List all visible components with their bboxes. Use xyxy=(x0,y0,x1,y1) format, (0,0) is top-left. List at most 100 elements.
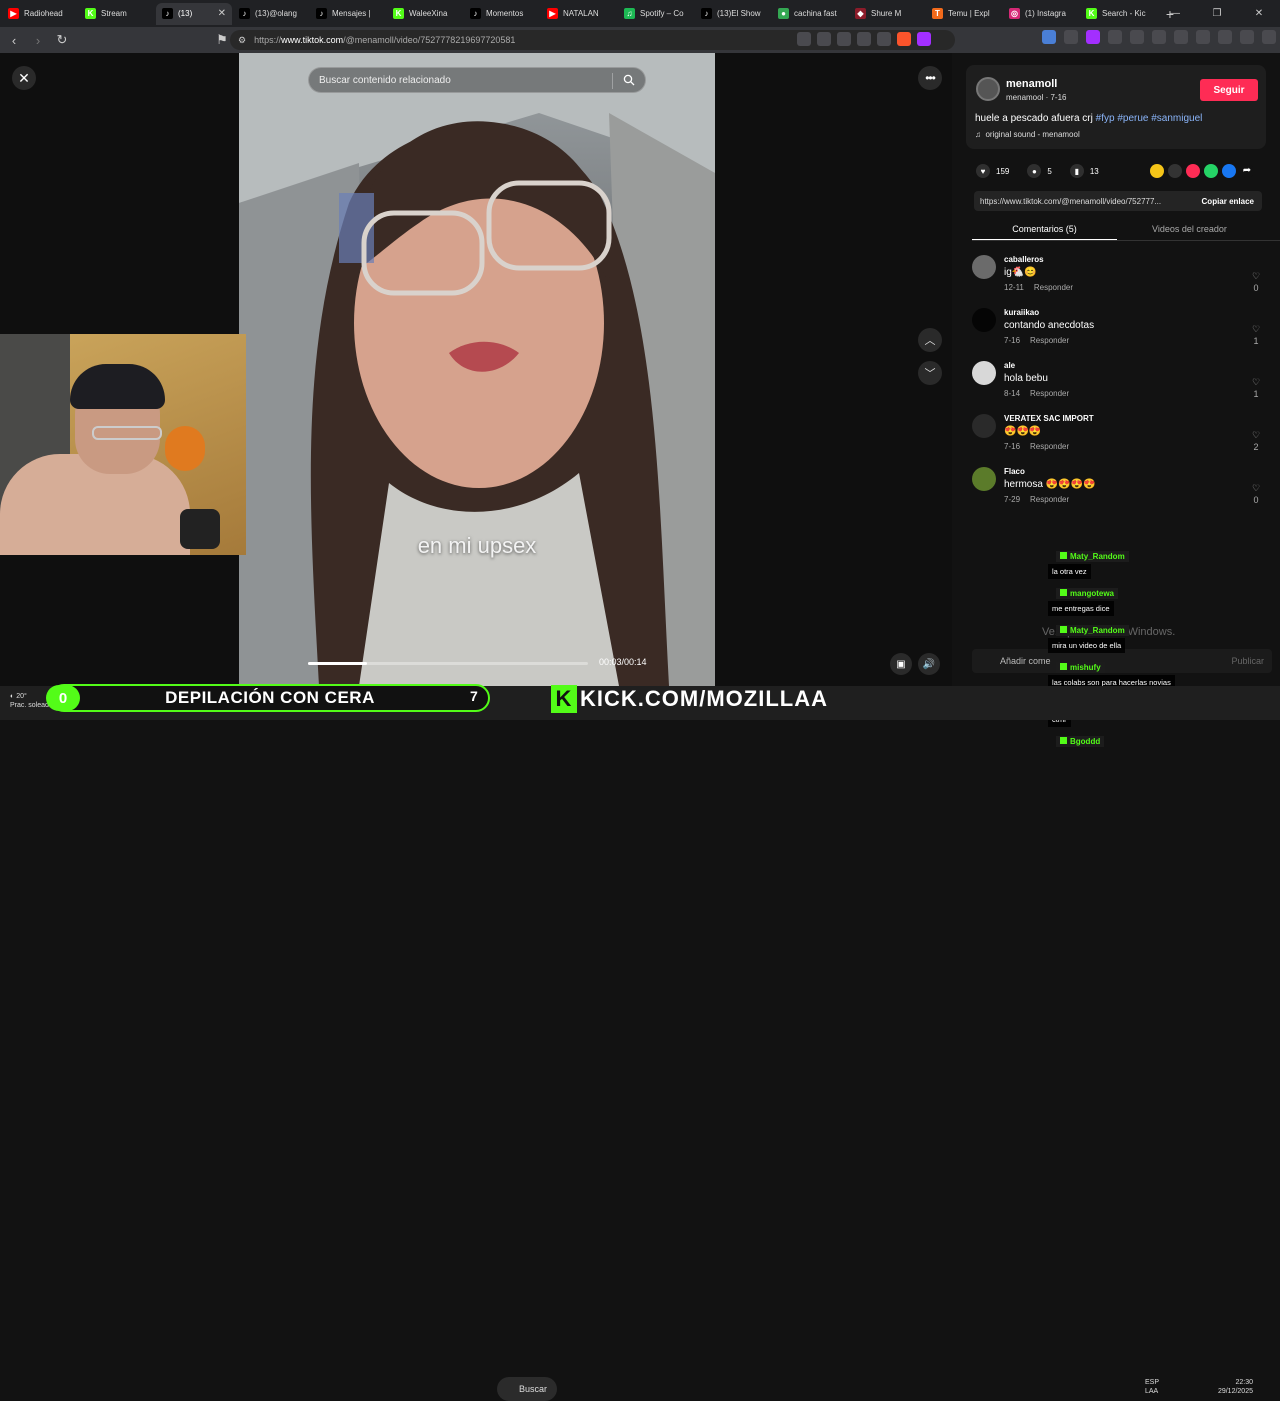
comment-like[interactable]: ♡ 1 xyxy=(1250,323,1262,347)
author-avatar[interactable] xyxy=(976,77,1000,101)
comment-icon[interactable]: ● xyxy=(1027,164,1042,178)
close-window-button[interactable]: ✕ xyxy=(1238,0,1280,27)
hashtag-sanmiguel[interactable]: #sanmiguel xyxy=(1151,113,1202,124)
more-options-icon[interactable]: ••• xyxy=(918,66,942,90)
browser-tab[interactable]: ♫ Spotify – Co xyxy=(618,3,694,25)
brave-shield-icon[interactable] xyxy=(897,32,911,46)
reply-link[interactable]: Responder xyxy=(1030,442,1069,451)
embed-icon[interactable] xyxy=(1168,164,1182,178)
commenter-avatar[interactable] xyxy=(972,414,996,438)
reply-link[interactable]: Responder xyxy=(1034,283,1073,292)
minimize-button[interactable]: — xyxy=(1154,0,1196,27)
browser-tab[interactable]: ♪ Mensajes | xyxy=(310,3,386,25)
comment-like[interactable]: ♡ 2 xyxy=(1250,429,1262,453)
browser-tab[interactable]: K Search - Kic xyxy=(1080,3,1156,25)
repost-icon[interactable] xyxy=(1150,164,1164,178)
browser-tab[interactable]: ♪ (13)El Show xyxy=(695,3,771,25)
commenter-avatar[interactable] xyxy=(972,361,996,385)
volume-icon[interactable]: 🔊 xyxy=(918,653,940,675)
commenter-name[interactable]: VERATEX SAC IMPORT xyxy=(1004,414,1094,423)
brave-rewards-icon[interactable] xyxy=(917,32,931,46)
browser-tab[interactable]: ◎ (1) Instagra xyxy=(1003,3,1079,25)
floating-player-icon[interactable]: ▣ xyxy=(890,653,912,675)
commenter-avatar[interactable] xyxy=(972,255,996,279)
browser-tab[interactable]: K WaleeXina xyxy=(387,3,463,25)
commenter-name[interactable]: kuraiikao xyxy=(1004,308,1039,317)
extension-gear-icon[interactable] xyxy=(1108,30,1122,44)
comment-like[interactable]: ♡ 0 xyxy=(1250,270,1262,294)
vpn-icon[interactable] xyxy=(1240,30,1254,44)
browser-tab[interactable]: ▶ Radiohead xyxy=(2,3,78,25)
zoom-icon[interactable] xyxy=(857,32,871,46)
share-arrow-icon[interactable]: ➦ xyxy=(1240,164,1254,178)
send-to-friends-icon[interactable] xyxy=(1186,164,1200,178)
commenter-avatar[interactable] xyxy=(972,308,996,332)
extension-box-icon[interactable] xyxy=(1130,30,1144,44)
tab-comments[interactable]: Comentarios (5) xyxy=(972,219,1117,240)
close-tab-icon[interactable]: ✕ xyxy=(218,8,226,19)
whatsapp-icon[interactable] xyxy=(1204,164,1218,178)
share-link-field[interactable]: https://www.tiktok.com/@menamoll/video/7… xyxy=(974,191,1262,211)
progress-bar[interactable] xyxy=(308,662,588,665)
taskbar-search[interactable]: Buscar xyxy=(497,1377,557,1401)
previous-video-icon[interactable]: ︿ xyxy=(918,328,942,352)
hashtag-fyp[interactable]: #fyp xyxy=(1096,113,1115,124)
hashtag-peru[interactable]: #perue xyxy=(1117,113,1148,124)
extension-diamond-icon[interactable] xyxy=(1064,30,1078,44)
leo-ai-icon[interactable] xyxy=(1218,30,1232,44)
follow-button[interactable]: Seguir xyxy=(1200,79,1258,101)
menu-icon[interactable] xyxy=(1262,30,1276,44)
search-icon[interactable] xyxy=(623,74,635,86)
browser-tab[interactable]: K Stream xyxy=(79,3,155,25)
video-player[interactable]: Buscar contenido relacionado en mi upsex… xyxy=(239,53,715,686)
browser-tab[interactable]: ♪ Momentos xyxy=(464,3,540,25)
browser-tab[interactable]: ▶ NATALAN xyxy=(541,3,617,25)
heart-outline-icon[interactable]: ♡ xyxy=(1252,324,1260,334)
browser-tab[interactable]: ● cachina fast xyxy=(772,3,848,25)
forward-button[interactable]: › xyxy=(28,30,48,50)
language-indicator[interactable]: ESP LAA xyxy=(1145,1378,1159,1396)
browser-tab[interactable]: ◆ Shure M xyxy=(849,3,925,25)
sound-link[interactable]: ♫ original sound - menamool xyxy=(975,130,1080,139)
restore-button[interactable]: ❐ xyxy=(1196,0,1238,27)
browser-tab[interactable]: T Temu | Expl xyxy=(926,3,1002,25)
reply-link[interactable]: Responder xyxy=(1030,336,1069,345)
bookmark-save-icon[interactable]: ▮ xyxy=(1069,164,1084,178)
heart-outline-icon[interactable]: ♡ xyxy=(1252,271,1260,281)
commenter-name[interactable]: caballeros xyxy=(1004,255,1044,264)
language-icon[interactable] xyxy=(837,32,851,46)
extension-translate-icon[interactable] xyxy=(1042,30,1056,44)
heart-outline-icon[interactable]: ♡ xyxy=(1252,430,1260,440)
heart-outline-icon[interactable]: ♡ xyxy=(1252,483,1260,493)
cast-icon[interactable] xyxy=(817,32,831,46)
commenter-name[interactable]: ale xyxy=(1004,361,1015,370)
browser-tab[interactable]: ♪ (13)@olang xyxy=(233,3,309,25)
extension-purple-icon[interactable] xyxy=(1086,30,1100,44)
tab-creator-videos[interactable]: Videos del creador xyxy=(1117,219,1262,240)
comment-like[interactable]: ♡ 0 xyxy=(1250,482,1262,506)
system-clock[interactable]: 22:30 29/12/2025 xyxy=(1205,1378,1253,1396)
heart-icon[interactable]: ♥ xyxy=(976,164,990,178)
translate-icon[interactable] xyxy=(797,32,811,46)
comment-like[interactable]: ♡ 1 xyxy=(1250,376,1262,400)
commenter-avatar[interactable] xyxy=(972,467,996,491)
author-username[interactable]: menamoll xyxy=(1006,78,1057,90)
reload-button[interactable]: ↻ xyxy=(52,30,72,50)
media-icon[interactable] xyxy=(1152,30,1166,44)
close-icon[interactable]: ✕ xyxy=(12,66,36,90)
site-info-icon[interactable]: ⚙ xyxy=(238,35,246,46)
bookmark-icon[interactable]: ⚑ xyxy=(212,30,232,50)
related-search-input[interactable]: Buscar contenido relacionado xyxy=(308,67,646,93)
facebook-icon[interactable] xyxy=(1222,164,1236,178)
next-video-icon[interactable]: ﹀ xyxy=(918,361,942,385)
copy-link-button[interactable]: Copiar enlace xyxy=(1202,197,1254,206)
share-icon[interactable] xyxy=(877,32,891,46)
commenter-name[interactable]: Flaco xyxy=(1004,467,1025,476)
reply-link[interactable]: Responder xyxy=(1030,389,1069,398)
reply-link[interactable]: Responder xyxy=(1030,495,1069,504)
wallet-icon[interactable] xyxy=(1196,30,1210,44)
browser-tab[interactable]: ♪ (13) ✕ xyxy=(156,2,232,25)
sidebar-icon[interactable] xyxy=(1174,30,1188,44)
heart-outline-icon[interactable]: ♡ xyxy=(1252,377,1260,387)
back-button[interactable]: ‹ xyxy=(4,30,24,50)
